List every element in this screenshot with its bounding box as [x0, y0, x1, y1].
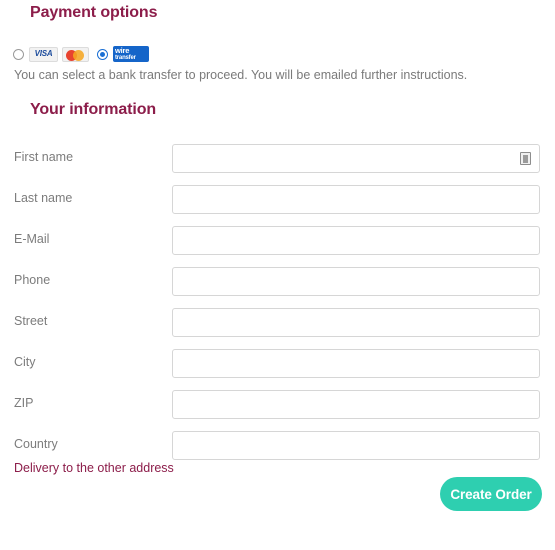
card-logos-group: VISA	[29, 46, 89, 62]
form-row: City	[0, 349, 555, 378]
visa-logo: VISA	[29, 46, 58, 62]
field-label: Street	[14, 314, 48, 328]
field-label: Phone	[14, 273, 51, 287]
form-row: First name	[0, 144, 555, 173]
field-label: ZIP	[14, 396, 34, 410]
city-input[interactable]	[172, 349, 540, 378]
country-input[interactable]	[172, 431, 540, 460]
visa-logo-text: VISA	[34, 49, 53, 58]
checkout-page: Payment options VISA wire transfer You c…	[0, 0, 555, 550]
payment-option-card[interactable]: VISA	[13, 46, 89, 62]
mastercard-circle-orange	[73, 49, 84, 61]
payment-radio-wire[interactable]	[97, 48, 108, 60]
form-row: Country	[0, 431, 555, 460]
mastercard-logo	[62, 46, 89, 62]
payment-radio-card[interactable]	[13, 48, 24, 60]
your-information-heading: Your information	[30, 101, 157, 118]
field-label: E-Mail	[14, 232, 50, 246]
phone-input[interactable]	[172, 267, 540, 296]
payment-note: You can select a bank transfer to procee…	[14, 68, 468, 82]
delivery-other-address-link[interactable]: Delivery to the other address	[14, 461, 174, 475]
wire-logo-line2: transfer	[115, 54, 136, 61]
last-name-input[interactable]	[172, 185, 540, 214]
form-row: Street	[0, 308, 555, 337]
field-label: City	[14, 355, 36, 369]
field-label: Country	[14, 437, 58, 451]
autofill-contact-icon[interactable]	[520, 152, 531, 165]
field-label: Last name	[14, 191, 73, 205]
form-row: Phone	[0, 267, 555, 296]
email-input[interactable]	[172, 226, 540, 255]
form-row: Last name	[0, 185, 555, 214]
form-row: E-Mail	[0, 226, 555, 255]
payment-options-row: VISA wire transfer	[13, 44, 149, 64]
create-order-button[interactable]: Create Order	[440, 477, 542, 511]
first-name-input[interactable]	[172, 144, 540, 173]
wire-transfer-logo: wire transfer	[113, 46, 149, 62]
wire-logo-line1: wire	[115, 45, 130, 55]
zip-input[interactable]	[172, 390, 540, 419]
payment-options-heading: Payment options	[30, 4, 158, 21]
payment-option-wire[interactable]: wire transfer	[97, 46, 149, 62]
field-label: First name	[14, 150, 74, 164]
street-input[interactable]	[172, 308, 540, 337]
form-row: ZIP	[0, 390, 555, 419]
